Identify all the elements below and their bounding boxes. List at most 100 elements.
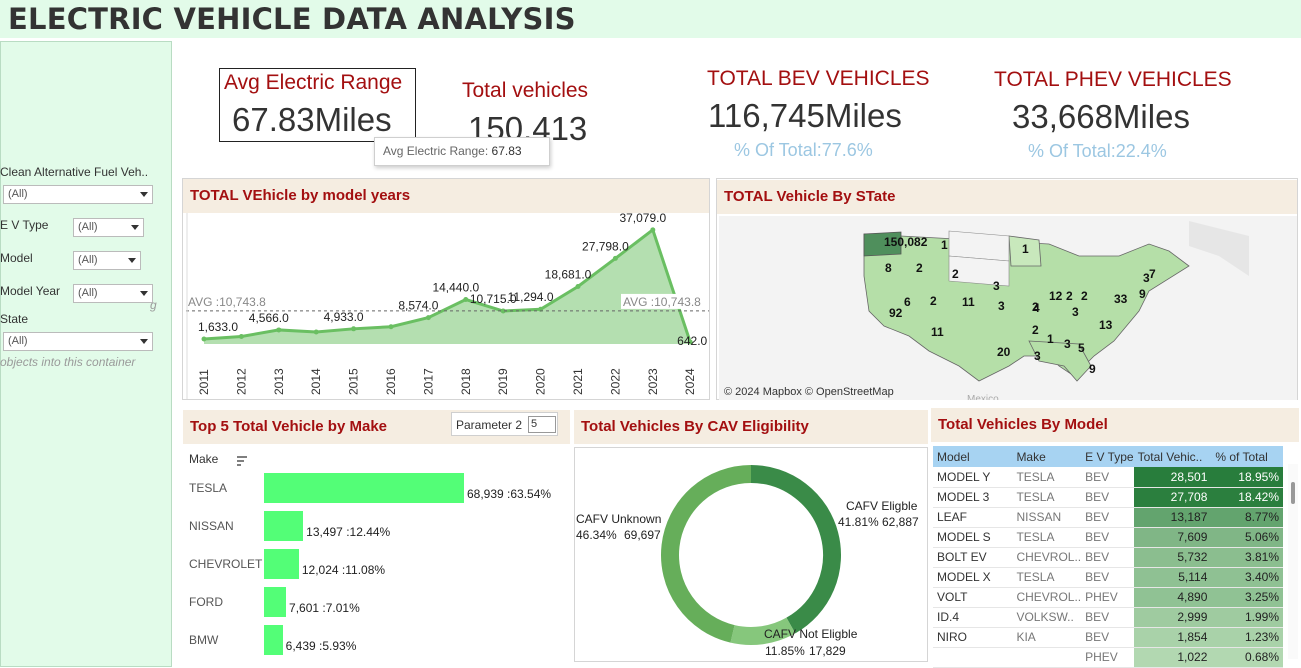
filter-select-model-year[interactable]: (All) [73,284,153,303]
donut-value-label: 62,887 [882,515,919,529]
sort-icon[interactable] [236,454,248,466]
table-header-cell[interactable]: Total Vehic.. [1133,446,1212,467]
data-point [650,227,656,233]
state-label: 3 [1143,271,1150,285]
data-label: 11,294.0 [508,290,554,304]
map-credit: © 2024 Mapbox © OpenStreetMap [724,386,894,398]
make-bar[interactable] [264,549,299,579]
state-label: 9 [1139,287,1146,301]
state-label: 8 [885,261,892,275]
state-label: 6 [904,295,911,309]
donut-category-label: CAFV Unknown [576,512,661,526]
table-cell: 3.81% [1211,547,1283,568]
make-category-label: FORD [189,595,223,609]
years-area-chart[interactable]: AVG :10,743.8 AVG :10,743.8 2011 2012 2013 20… [183,213,709,399]
table-header-cell[interactable]: % of Total [1211,446,1283,467]
table-cell: CHEVROL.. [1012,547,1082,568]
state-label: 11 [931,325,944,339]
chevron-down-icon [140,339,148,344]
table-header-cell[interactable]: E V Type [1081,446,1134,467]
table-row[interactable]: MODEL X TESLA BEV 5,114 3.40% [933,567,1283,588]
table-scrollbar[interactable] [1288,464,1298,659]
make-bar[interactable] [264,587,287,617]
donut-percent-label: 41.81% [838,515,879,529]
kpi-avg-range-label: Avg Electric Range [224,71,403,94]
make-axis-label: Make [189,452,219,466]
make-bar-value: 6,439 :5.93% [285,639,357,653]
donut-value-label: 69,697 [624,528,661,542]
table-header-cell[interactable]: Make [1012,446,1082,467]
table-row[interactable]: BOLT EV CHEVROL.. BEV 5,732 3.81% [933,547,1283,568]
data-label: 18,681.0 [545,267,592,281]
table-cell: 0.68% [1211,647,1283,668]
parameter-control[interactable]: Parameter 2 5 [451,412,558,436]
table-cell: BEV [1081,567,1134,588]
filter-label-state: State [0,312,29,326]
state-label: 2 [952,267,959,281]
table-header-row: Model Make E V Type Total Vehic..% of Total [933,446,1283,467]
scrollbar-thumb[interactable] [1291,482,1295,504]
state-map[interactable]: 150,082 1 18 2 236 2 11 392 2412 2 233373911 21 3 513… [719,216,1297,400]
table-cell: 1,022 [1133,647,1212,668]
table-cell: 18.95% [1211,467,1283,488]
table-cell: CHEVROL.. [1012,587,1082,608]
make-bar-value: 12,024 :11.08% [301,563,386,577]
filter-label-model-year: Model Year [0,284,61,298]
table-cell: PHEV [1081,647,1134,668]
table-cell: 5.06% [1211,527,1283,548]
state-label: 92 [889,306,903,320]
table-row[interactable]: MODEL S TESLA BEV 7,609 5.06% [933,527,1283,548]
title-bar: ELECTRIC VEHICLE DATA ANALYSIS [0,0,1301,38]
state-label: 3 [1034,349,1041,363]
table-row[interactable]: VOLT CHEVROL.. PHEV 4,890 3.25% [933,587,1283,608]
data-label: 642.0 [677,334,707,348]
table-cell: 3.40% [1211,567,1283,588]
filter-label-ev-type: E V Type [0,218,49,232]
data-point [612,255,618,261]
tooltip: Avg Electric Range: 67.83 [374,137,550,166]
table-cell: VOLT [933,587,1013,608]
table-cell: MODEL 3 [933,487,1013,508]
table-cell: 5,732 [1133,547,1212,568]
table-cell [933,647,1013,668]
state-label: 3 [1064,337,1071,351]
kpi-bev-percent: % Of Total:77.6% [734,140,873,160]
parameter-label: Parameter 2 [456,418,523,432]
state-label: 3 [1072,305,1079,319]
filter-select-state[interactable]: (All) [3,332,153,351]
filter-select-ev-type[interactable]: (All) [73,218,144,237]
parameter-input[interactable]: 5 [528,416,556,433]
table-cell: PHEV [1081,587,1134,608]
state-label: 33 [1114,292,1128,306]
table-row[interactable]: PHEV 1,022 0.68% [933,647,1283,668]
donut-percent-label: 11.85% [765,644,805,658]
filter-select-clean-alt-fuel[interactable]: (All) [3,185,153,204]
make-bar[interactable] [264,625,283,655]
table-cell: 8.77% [1211,507,1283,528]
kpi-bev-value: 116,745Miles [708,97,902,134]
cav-panel-header: Total Vehicles By CAV Eligibility [574,410,928,444]
make-category-label: TESLA [189,481,228,495]
make-bar[interactable] [264,473,464,503]
table-row[interactable]: MODEL Y TESLA BEV 28,501 18.95% [933,467,1283,488]
filter-select-model[interactable]: (All) [73,251,141,270]
table-row[interactable]: ID.4 VOLKSW.. BEV 2,999 1.99% [933,607,1283,628]
table-cell: 18.42% [1211,487,1283,508]
table-row[interactable]: NIRO KIA BEV 1,854 1.23% [933,627,1283,648]
table-row[interactable]: MODEL 3 TESLA BEV 27,708 18.42% [933,487,1283,508]
table-header-cell[interactable]: Model [933,446,1013,467]
cav-donut-chart[interactable]: CAFV Eligble 41.81% 62,887 CAFV Not Eligble… [575,448,927,661]
make-bar[interactable] [264,511,304,541]
table-cell: 28,501 [1133,467,1212,488]
table-cell: BEV [1081,527,1134,548]
model-table[interactable]: Model Make E V Type Total Vehic..% of Total… [933,446,1283,668]
state-label: 9 [1089,362,1096,376]
table-row[interactable]: LEAF NISSAN BEV 13,187 8.77% [933,507,1283,528]
chevron-down-icon [128,258,136,263]
table-cell: 4,890 [1133,587,1212,608]
x-tick-label: 2015 [347,368,361,395]
avg-reference-label: AVG :10,743.8 [188,295,266,309]
table-cell: MODEL X [933,567,1013,588]
cav-panel-title: Total Vehicles By CAV Eligibility [581,418,809,435]
table-cell: 7,609 [1133,527,1212,548]
